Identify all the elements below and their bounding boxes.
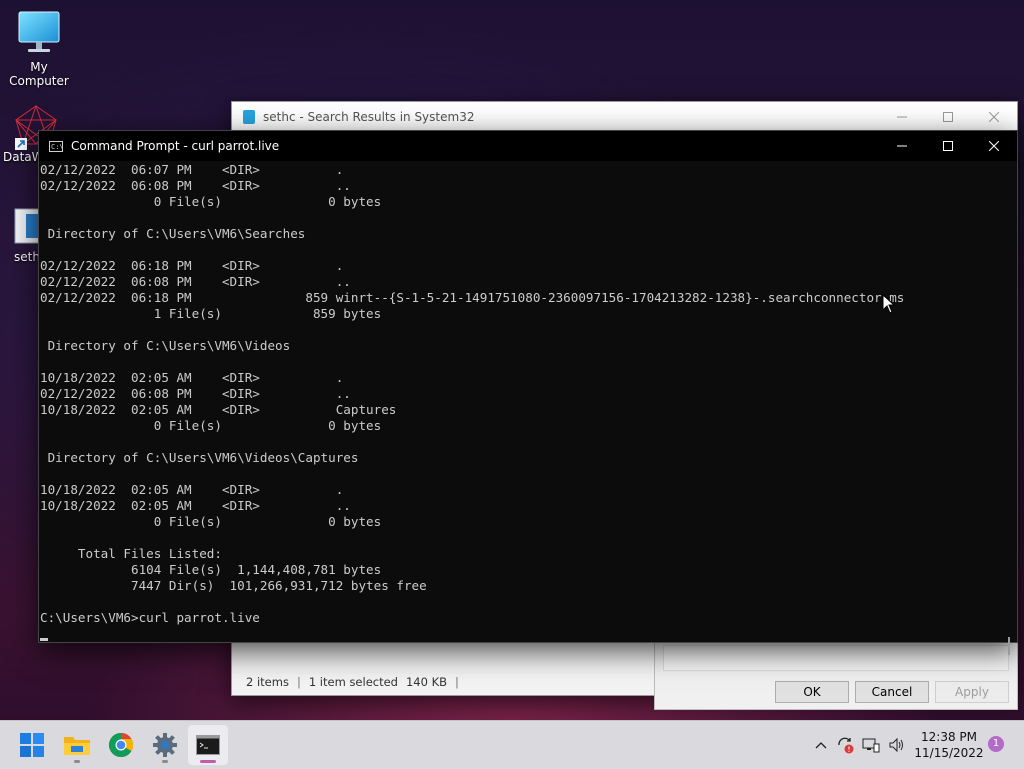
terminal-icon <box>196 735 220 755</box>
desktop-icon-label: sethc <box>14 250 47 264</box>
console-line: 10/18/2022 02:05 AM <DIR> Captures <box>40 402 397 417</box>
scrollbar-thumb[interactable] <box>1008 637 1010 655</box>
console-line: 02/12/2022 06:08 PM <DIR> .. <box>40 386 351 401</box>
notification-badge[interactable]: 1 <box>988 736 1004 752</box>
folder-icon <box>64 737 90 755</box>
maximize-button[interactable] <box>925 131 971 161</box>
minimize-button[interactable] <box>879 102 925 132</box>
console-line: 0 File(s) 0 bytes <box>40 514 382 529</box>
console-scrollbar[interactable] <box>1001 162 1017 655</box>
desktop-icon-sethc[interactable]: sethc <box>0 208 47 264</box>
sync-status-button[interactable] <box>832 736 858 754</box>
taskbar-file-explorer[interactable] <box>57 725 97 765</box>
minimize-icon <box>897 145 907 147</box>
close-button[interactable] <box>971 131 1017 161</box>
clock-date: 11/15/2022 <box>914 746 984 760</box>
explorer-search-icon <box>243 110 255 124</box>
chevron-up-icon <box>815 742 827 749</box>
cmd-title: Command Prompt - curl parrot.live <box>71 139 280 153</box>
show-hidden-icons-button[interactable] <box>810 741 832 749</box>
taskbar-command-prompt[interactable] <box>188 725 228 765</box>
network-button[interactable] <box>858 737 884 753</box>
console-line: Directory of C:\Users\VM6\Videos\Capture… <box>40 450 359 465</box>
console-line: 02/12/2022 06:08 PM <DIR> .. <box>40 274 351 289</box>
console-line: Directory of C:\Users\VM6\Videos <box>40 338 291 353</box>
gear-icon <box>153 733 177 757</box>
volume-button[interactable] <box>884 737 910 753</box>
network-icon <box>862 738 880 753</box>
desktop-icon-label: DataW <box>3 150 44 164</box>
console-line: 10/18/2022 02:05 AM <DIR> .. <box>40 498 351 513</box>
status-separator: | <box>455 675 459 689</box>
console-output[interactable]: 02/12/2022 06:07 PM <DIR> . 02/12/2022 06… <box>39 162 1001 642</box>
status-size: 140 KB <box>405 675 448 689</box>
console-line: Directory of C:\Users\VM6\Searches <box>40 226 306 241</box>
desktop-icon-label: My Computer <box>9 60 69 88</box>
console-line: 7447 Dir(s) 101,266,931,712 bytes free <box>40 578 427 593</box>
text-cursor <box>40 638 48 641</box>
console-line: 02/12/2022 06:07 PM <DIR> . <box>40 162 344 177</box>
status-separator: | <box>296 675 301 689</box>
desktop-icon-my-computer[interactable]: My Computer <box>0 10 78 88</box>
taskbar-settings[interactable] <box>145 725 185 765</box>
monitor-icon <box>17 10 61 56</box>
taskbar-running-indicator <box>74 760 80 763</box>
desktop-icon-datawrapper[interactable]: DataW <box>0 104 58 164</box>
console-line: 1 File(s) 859 bytes <box>40 306 382 321</box>
cmd-titlebar[interactable]: C:\ Command Prompt - curl parrot.live <box>39 131 1017 161</box>
cancel-button[interactable]: Cancel <box>855 681 929 703</box>
console-line: 0 File(s) 0 bytes <box>40 418 382 433</box>
explorer-titlebar[interactable]: sethc - Search Results in System32 <box>232 102 1017 132</box>
maximize-button[interactable] <box>925 102 971 132</box>
taskbar-chrome[interactable] <box>101 725 141 765</box>
maximize-icon <box>943 112 953 122</box>
sync-error-icon <box>838 737 854 754</box>
explorer-title: sethc - Search Results in System32 <box>263 110 475 124</box>
console-line: 02/12/2022 06:18 PM 859 winrt--{S-1-5-21… <box>40 290 905 305</box>
taskbar-clock[interactable]: 12:38 PM 11/15/2022 <box>910 729 988 761</box>
console-line: 10/18/2022 02:05 AM <DIR> . <box>40 482 344 497</box>
taskbar-active-indicator <box>200 760 216 763</box>
mouse-pointer-icon <box>882 293 896 318</box>
command-prompt-window[interactable]: C:\ Command Prompt - curl parrot.live 02… <box>38 130 1018 655</box>
console-line: 02/12/2022 06:18 PM <DIR> . <box>40 258 344 273</box>
apply-button[interactable]: Apply <box>935 681 1009 703</box>
console-line: Total Files Listed: <box>40 546 222 561</box>
dialog-content-box <box>663 645 1009 671</box>
console-line: 10/18/2022 02:05 AM <DIR> . <box>40 370 344 385</box>
taskbar-start-button[interactable] <box>12 725 52 765</box>
minimize-button[interactable] <box>879 131 925 161</box>
status-item-count: 2 items <box>246 675 289 689</box>
close-icon <box>989 141 999 151</box>
close-button[interactable] <box>971 102 1017 132</box>
clock-time: 12:38 PM <box>921 730 977 744</box>
windows-start-icon <box>20 733 44 757</box>
console-line: 6104 File(s) 1,144,408,781 bytes <box>40 562 382 577</box>
properties-dialog[interactable]: OK Cancel Apply <box>654 640 1018 710</box>
chrome-icon <box>108 733 134 758</box>
minimize-icon <box>897 116 907 118</box>
ok-button[interactable]: OK <box>775 681 849 703</box>
taskbar: 12:38 PM 11/15/2022 <box>0 720 1024 769</box>
explorer-status-bar: 2 items | 1 item selected 140 KB | <box>232 669 666 695</box>
status-selected: 1 item selected <box>308 675 398 689</box>
close-icon <box>989 112 999 122</box>
taskbar-running-indicator <box>162 760 168 763</box>
cmd-app-icon: C:\ <box>49 140 64 152</box>
console-line: 02/12/2022 06:08 PM <DIR> .. <box>40 178 351 193</box>
maximize-icon <box>943 141 953 151</box>
console-line: 0 File(s) 0 bytes <box>40 194 382 209</box>
speaker-icon <box>889 737 903 753</box>
console-line: C:\Users\VM6>curl parrot.live <box>40 610 260 625</box>
